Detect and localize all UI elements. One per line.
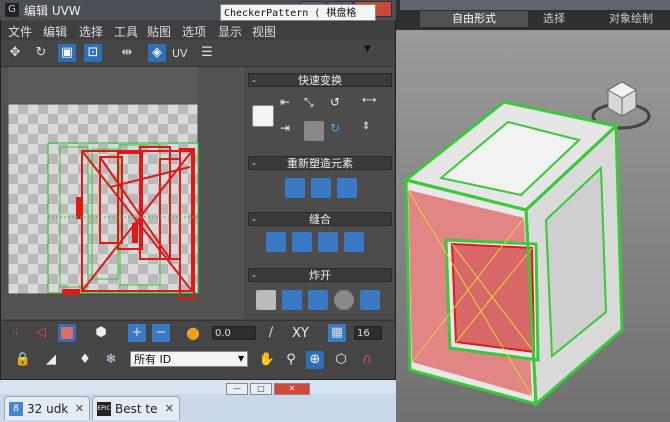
edge-distance-field[interactable]: 16 [354, 326, 382, 340]
rotate-tool-icon[interactable]: ↻ [32, 44, 50, 62]
cube-model-view[interactable] [396, 30, 670, 422]
rollout-explode[interactable]: - 炸开 [248, 268, 392, 282]
weld-target-icon[interactable] [334, 290, 354, 310]
stitch-to-target-icon[interactable] [266, 232, 286, 252]
falloff-field[interactable]: 0.0 [212, 326, 256, 340]
tab-selection[interactable]: 选择 [530, 11, 578, 27]
soft-select-icon[interactable]: ● [184, 324, 202, 342]
relax-settings-icon[interactable] [337, 178, 357, 198]
menu-file[interactable]: 文件 [8, 23, 32, 40]
space-vertical-icon[interactable]: ⇕ [362, 121, 382, 141]
vertex-mode-icon[interactable]: ⁖ [6, 324, 24, 342]
grow-selection-icon[interactable]: + [128, 324, 146, 342]
stitch-average-icon[interactable] [292, 232, 312, 252]
zoom-extents-icon[interactable]: ⬡ [332, 351, 350, 369]
rollout-title: 快速变换 [298, 74, 342, 87]
move-tool-icon[interactable]: ✥ [6, 44, 24, 62]
menu-view[interactable]: 视图 [252, 23, 276, 40]
stitch-to-source-icon[interactable] [318, 232, 338, 252]
chevron-down-icon[interactable]: ▼ [364, 44, 371, 54]
rotate-cw-icon[interactable]: ↻ [330, 121, 350, 141]
menu-select[interactable]: 选择 [79, 23, 103, 40]
browser-close-button[interactable]: ✕ [274, 383, 310, 395]
break-icon[interactable] [256, 290, 276, 310]
ribbon-title-strip [400, 0, 670, 10]
mirror-tool-icon[interactable]: ⇹ [118, 44, 136, 62]
snap-icon[interactable]: ∩ [358, 351, 376, 369]
rotate-ccw-icon[interactable]: ↺ [330, 95, 350, 115]
menu-display[interactable]: 显示 [218, 23, 242, 40]
window-title: 编辑 UVW [24, 4, 81, 18]
uv-islands[interactable] [0, 67, 246, 319]
browser-maximize-button[interactable]: □ [250, 383, 272, 395]
menu-mapping[interactable]: 贴图 [147, 23, 171, 40]
menu-edit[interactable]: 编辑 [43, 23, 67, 40]
straighten-icon[interactable] [304, 121, 324, 141]
menu-tools[interactable]: 工具 [114, 23, 138, 40]
align-diagonal-icon[interactable]: ⤡ [304, 95, 324, 115]
stitch-settings-icon[interactable] [344, 232, 364, 252]
straighten-selection-icon[interactable] [285, 178, 305, 198]
lock-icon[interactable]: 🔒 [14, 351, 32, 369]
tab-title: 32 udk [27, 402, 69, 416]
zoom-icon[interactable]: ⚲ [282, 351, 300, 369]
detach-icon[interactable] [282, 290, 302, 310]
tab-freeform[interactable]: 自由形式 [420, 11, 528, 27]
map-list-icon[interactable]: ☰ [198, 44, 216, 62]
browser-tab[interactable]: EPIC Best te ✕ [92, 396, 180, 420]
scale-tool-icon[interactable]: ▣ [58, 44, 76, 62]
rollout-stitch[interactable]: - 缝合 [248, 212, 392, 226]
align-vertical-icon[interactable]: ⇥ [280, 121, 300, 141]
xy-space-label[interactable]: XY [292, 326, 309, 341]
browser-titlebar[interactable] [0, 380, 396, 394]
rollout-title: 炸开 [309, 269, 331, 282]
tab-object-paint[interactable]: 对象绘制 [590, 11, 670, 27]
texture-select-icon[interactable]: ▦ [328, 324, 346, 342]
texture-map-dropdown[interactable]: CheckerPattern ( 棋盘格 [220, 4, 376, 21]
zoom-region-icon[interactable]: ⊕ [306, 351, 324, 369]
quick-transform-tools: ⇤ ⤡ ↺ ⟷ ⇥ ↻ ⇕ [252, 95, 390, 145]
shrink-selection-icon[interactable]: − [152, 324, 170, 342]
rollout-title: 重新塑造元素 [287, 157, 353, 170]
freeze-icon[interactable]: ❄ [102, 351, 120, 369]
flatten-icon[interactable] [360, 290, 380, 310]
element-mode-icon[interactable]: ⬢ [92, 324, 110, 342]
rollout-reshape-elements[interactable]: - 重新塑造元素 [248, 156, 392, 170]
browser-tab[interactable]: 8 32 udk ✕ [4, 396, 90, 420]
relax-icon[interactable] [311, 178, 331, 198]
space-horizontal-icon[interactable]: ⟷ [362, 95, 382, 115]
align-horizontal-icon[interactable]: ⇤ [280, 95, 300, 115]
close-icon[interactable]: ✕ [75, 397, 84, 421]
rollout-title: 缝合 [309, 213, 331, 226]
material-id-dropdown[interactable]: 所有 ID [130, 351, 248, 367]
app-icon: G [5, 3, 19, 17]
freeform-tool-icon[interactable]: ⊡ [84, 44, 102, 62]
google-icon: 8 [9, 402, 23, 416]
pan-hand-icon[interactable]: ✋ [258, 351, 276, 369]
weld-selected-icon[interactable] [308, 290, 328, 310]
close-icon[interactable]: ✕ [165, 397, 174, 421]
epic-icon: EPIC [97, 402, 111, 416]
falloff-curve-icon[interactable]: ∕ [262, 324, 280, 342]
tab-title: Best te [115, 402, 158, 416]
rollout-quick-transform[interactable]: - 快速变换 [248, 73, 392, 87]
menu-options[interactable]: 选项 [182, 23, 206, 40]
chevron-down-icon[interactable]: ▼ [238, 354, 244, 363]
hide-icon[interactable]: ◢ [42, 351, 60, 369]
edge-mode-icon[interactable]: ◁ [32, 324, 50, 342]
set-pivot-icon[interactable] [252, 105, 274, 127]
show-map-icon[interactable]: ◈ [148, 44, 166, 62]
light-icon[interactable]: ♦ [76, 351, 94, 369]
uv-label[interactable]: UV [172, 47, 188, 60]
browser-minimize-button[interactable]: — [226, 383, 248, 395]
face-mode-icon[interactable] [58, 324, 76, 342]
